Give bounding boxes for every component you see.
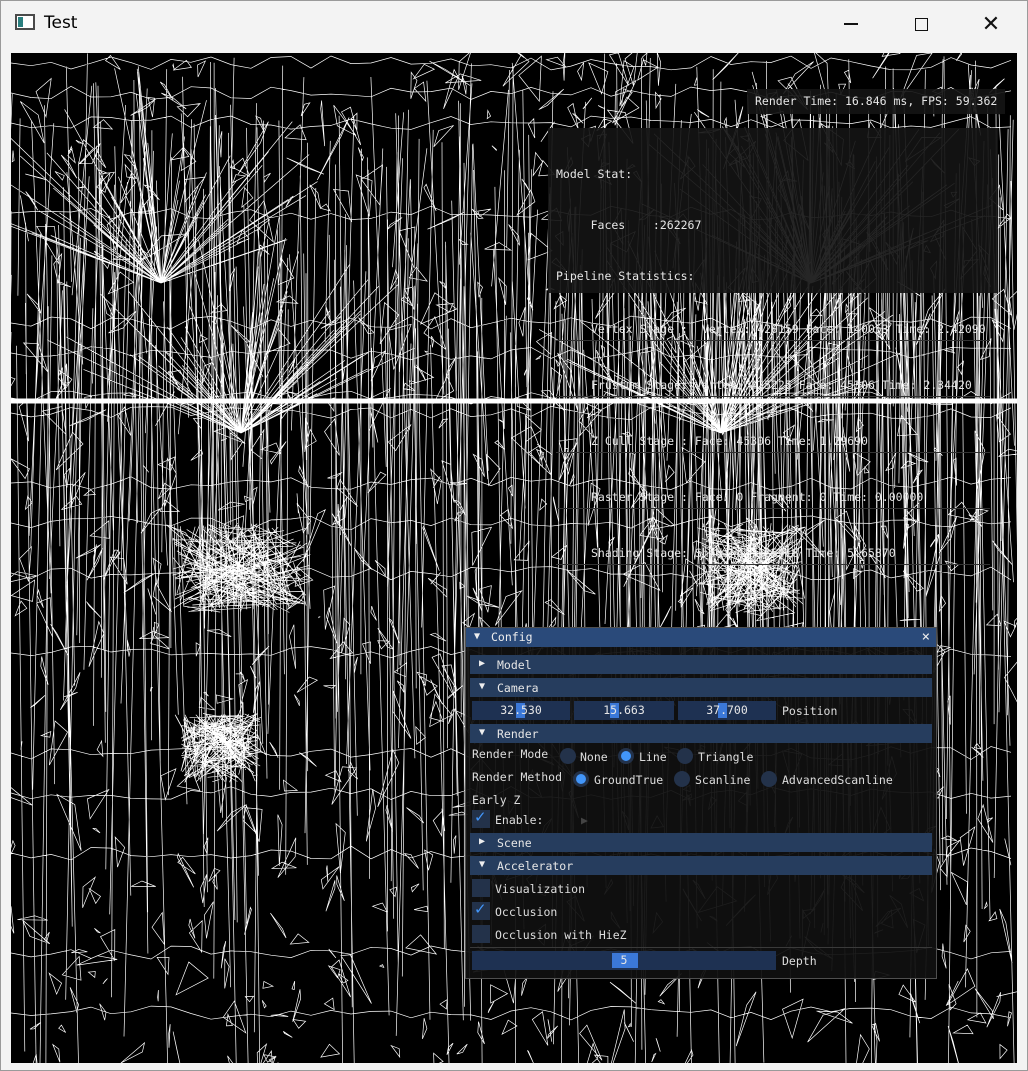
maximize-button[interactable] (886, 1, 956, 47)
window-title: Test (44, 13, 78, 33)
close-button[interactable]: ✕ (956, 1, 1026, 47)
section-header-render[interactable]: ▼ Render (470, 724, 932, 743)
camera-x-field[interactable]: 32.530 (472, 701, 570, 720)
section-header-accelerator[interactable]: ▼ Accelerator (470, 856, 932, 875)
faces-count: Faces :262267 (556, 218, 702, 232)
visualization-label: Visualization (495, 882, 586, 896)
stage-row-frustum: Frustum Stage: Vertex: 425225 Face: 4530… (556, 375, 990, 397)
minimize-icon (844, 23, 858, 25)
occlusion-hiez-checkbox[interactable] (472, 925, 490, 943)
minimize-button[interactable] (816, 1, 886, 47)
collapse-icon: ▼ (479, 681, 486, 692)
section-header-scene[interactable]: ▶ Scene (470, 833, 932, 852)
section-label-scene: Scene (497, 836, 532, 850)
radio-method-groundtrue-label: GroundTrue (594, 773, 664, 787)
depth-value: 5 (620, 953, 628, 967)
stats-overlay: Model Stat: Faces :262267 Pipeline Stati… (548, 128, 998, 565)
camera-x-value: 32.530 (500, 703, 542, 717)
maximize-icon (914, 17, 928, 31)
radio-mode-line-label: Line (639, 750, 667, 764)
render-mode-label: Render Mode (472, 747, 549, 761)
stage-row-zcull: Z Cull Stage : Face: 45306 Time: 1.29690 (556, 431, 990, 453)
camera-y-field[interactable]: 15.663 (574, 701, 674, 720)
enable-label: Enable: (495, 813, 544, 827)
radio-method-scanline-label: Scanline (695, 773, 751, 787)
section-label-render: Render (497, 727, 539, 741)
section-label-accelerator: Accelerator (497, 859, 574, 873)
depth-slider[interactable]: 5 (472, 951, 776, 970)
section-header-camera[interactable]: ▼ Camera (470, 678, 932, 697)
section-label-model: Model (497, 658, 532, 672)
config-title: Config (491, 630, 533, 644)
radio-method-groundtrue[interactable] (573, 771, 589, 787)
section-label-camera: Camera (497, 681, 539, 695)
app-icon (15, 14, 35, 30)
occlusion-checkbox[interactable] (472, 900, 490, 920)
radio-mode-triangle[interactable] (677, 748, 693, 764)
config-panel[interactable]: ▼ Config × ▶ Model ▼ Camera 32.530 15.66… (465, 627, 937, 979)
radio-mode-none-label: None (580, 750, 608, 764)
radio-method-advancedscanline-label: AdvancedScanline (782, 773, 893, 787)
collapse-icon[interactable]: ▼ (474, 631, 480, 642)
stage-row-vertex: Vertex Stage : Vertex: 420159 Face: 1400… (556, 319, 990, 341)
stage-row-raster: Raster Stage : Face: 0 Fragment: 0 Time:… (556, 487, 990, 509)
expand-icon: ▶ (479, 836, 486, 847)
faded-disclosure-icon: ▶ (581, 813, 588, 827)
occlusion-label: Occlusion (495, 905, 558, 919)
radio-method-scanline[interactable] (674, 771, 690, 787)
radio-mode-line[interactable] (618, 748, 634, 764)
position-label: Position (782, 704, 838, 718)
radio-method-advancedscanline[interactable] (761, 771, 777, 787)
occlusion-hiez-label: Occlusion with HieZ (495, 928, 627, 942)
early-z-label: Early Z (472, 793, 521, 807)
close-icon: ✕ (981, 11, 1001, 37)
radio-mode-triangle-label: Triangle (698, 750, 754, 764)
stage-row-shading: Shading Stage: Shading: 135918 Time: 5.6… (556, 543, 990, 565)
visualization-checkbox[interactable] (472, 879, 490, 897)
collapse-icon: ▼ (479, 859, 486, 870)
expand-icon: ▶ (479, 658, 486, 669)
separator (470, 947, 932, 948)
render-time-overlay: Render Time: 16.846 ms, FPS: 59.362 (747, 89, 1006, 114)
pipeline-label: Pipeline Statistics: (556, 269, 695, 283)
config-title-bar[interactable]: ▼ Config × (466, 628, 936, 647)
config-close-icon[interactable]: × (922, 629, 930, 645)
app-window: Test ✕ Render Time: 16.846 ms, FPS: 59.3… (0, 0, 1028, 1071)
render-method-label: Render Method (472, 770, 563, 784)
camera-z-value: 37.700 (706, 703, 748, 717)
enable-checkbox[interactable] (472, 808, 490, 828)
model-stat-label: Model Stat: (556, 167, 633, 181)
collapse-icon: ▼ (479, 727, 486, 738)
depth-label: Depth (782, 954, 817, 968)
title-bar[interactable]: Test ✕ (1, 1, 1027, 47)
section-header-model[interactable]: ▶ Model (470, 655, 932, 674)
camera-y-value: 15.663 (603, 703, 645, 717)
camera-z-field[interactable]: 37.700 (678, 701, 776, 720)
radio-mode-none[interactable] (560, 748, 576, 764)
